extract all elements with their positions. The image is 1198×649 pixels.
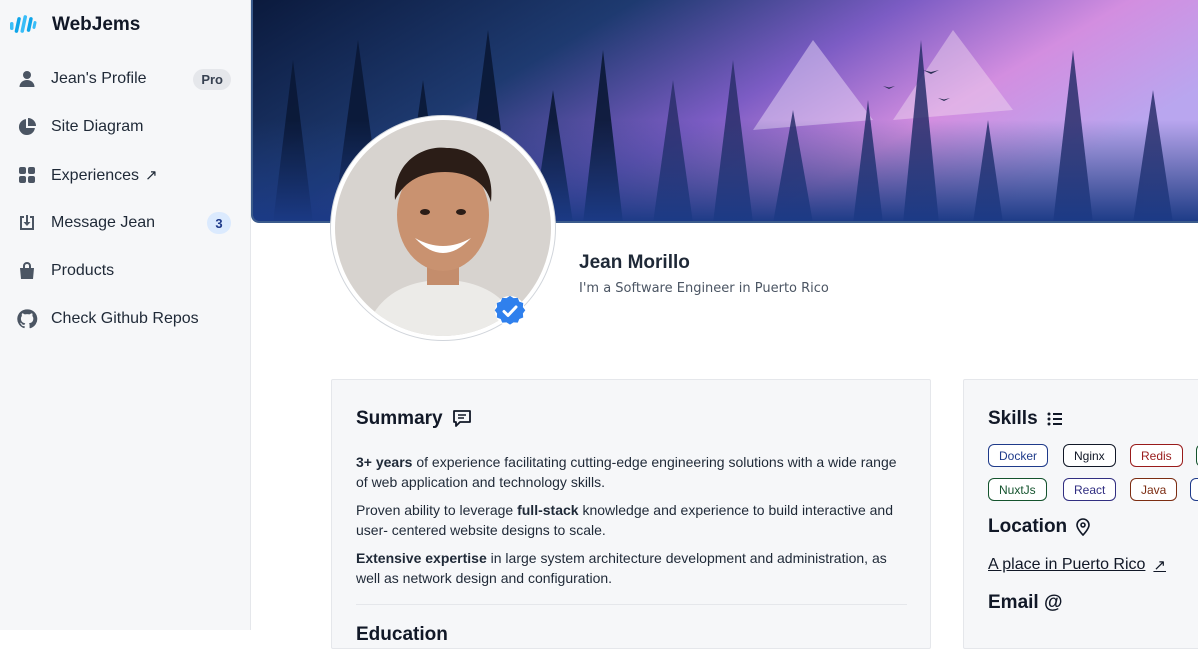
list-icon <box>1046 410 1064 428</box>
summary-paragraph: 3+ years of experience facilitating cutt… <box>356 454 897 490</box>
skill-chip-java[interactable]: Java <box>1130 478 1178 501</box>
sidebar-item-label: Message Jean <box>51 214 156 231</box>
github-icon <box>15 307 39 331</box>
skill-chip-nuxtjs[interactable]: NuxtJs <box>988 478 1047 501</box>
skill-chip-more[interactable] <box>1190 478 1198 501</box>
pro-badge: Pro <box>193 68 231 90</box>
logo-icon <box>10 15 37 33</box>
location-link[interactable]: A place in Puerto Rico ↗ <box>988 556 1166 574</box>
brand[interactable]: WebJems <box>9 12 140 38</box>
sidebar-item-label: Site Diagram <box>51 118 144 135</box>
sidebar-item-label: Jean's Profile <box>51 70 147 87</box>
brand-name: WebJems <box>52 14 141 35</box>
external-link-icon: ↗ <box>1153 557 1166 574</box>
shopping-bag-icon <box>15 259 39 283</box>
skill-chip-react[interactable]: React <box>1063 478 1117 501</box>
sidebar-item-message[interactable]: Message Jean 3 <box>0 201 251 245</box>
map-pin-icon <box>1075 518 1091 536</box>
user-icon <box>15 67 39 91</box>
sidebar-item-label: Products <box>51 262 115 279</box>
sidebar-item-products[interactable]: Products <box>0 249 251 293</box>
message-count-badge: 3 <box>207 212 231 234</box>
skill-chip-redis[interactable]: Redis <box>1130 444 1183 467</box>
education-title: Education <box>356 624 448 645</box>
grid-icon <box>15 163 39 187</box>
sidebar-item-experiences[interactable]: Experiences ↗ <box>0 153 251 197</box>
sidebar-item-github[interactable]: Check Github Repos <box>0 297 251 341</box>
summary-title: Summary <box>356 408 473 430</box>
summary-paragraph: Proven ability to leverage full-stack kn… <box>356 502 893 538</box>
message-square-icon <box>451 408 473 430</box>
sidebar: WebJems Jean's Profile Pro Site Diagram … <box>0 0 251 630</box>
pie-chart-icon <box>15 115 39 139</box>
profile-tagline: I'm a Software Engineer in Puerto Rico <box>579 281 829 296</box>
external-link-icon: ↗ <box>145 166 158 184</box>
profile-name: Jean Morillo <box>579 252 690 273</box>
sidebar-item-profile[interactable]: Jean's Profile Pro <box>0 57 251 101</box>
email-title: Email @ <box>988 592 1063 613</box>
divider <box>356 604 907 605</box>
skill-chip-nginx[interactable]: Nginx <box>1063 444 1116 467</box>
inbox-download-icon <box>15 211 39 235</box>
summary-paragraph: Extensive expertise in large system arch… <box>356 550 887 586</box>
sidebar-item-label: Experiences ↗ <box>51 166 158 184</box>
summary-card: Summary 3+ years of experience facilitat… <box>331 379 931 649</box>
skill-chip-docker[interactable]: Docker <box>988 444 1049 467</box>
details-card: Skills Docker Nginx Redis NuxtJs React J… <box>963 379 1198 649</box>
skills-title: Skills <box>988 408 1064 430</box>
verified-badge-icon <box>494 295 526 326</box>
sidebar-item-site-diagram[interactable]: Site Diagram <box>0 105 251 149</box>
sidebar-item-label: Check Github Repos <box>51 310 199 327</box>
location-title: Location <box>988 516 1091 538</box>
